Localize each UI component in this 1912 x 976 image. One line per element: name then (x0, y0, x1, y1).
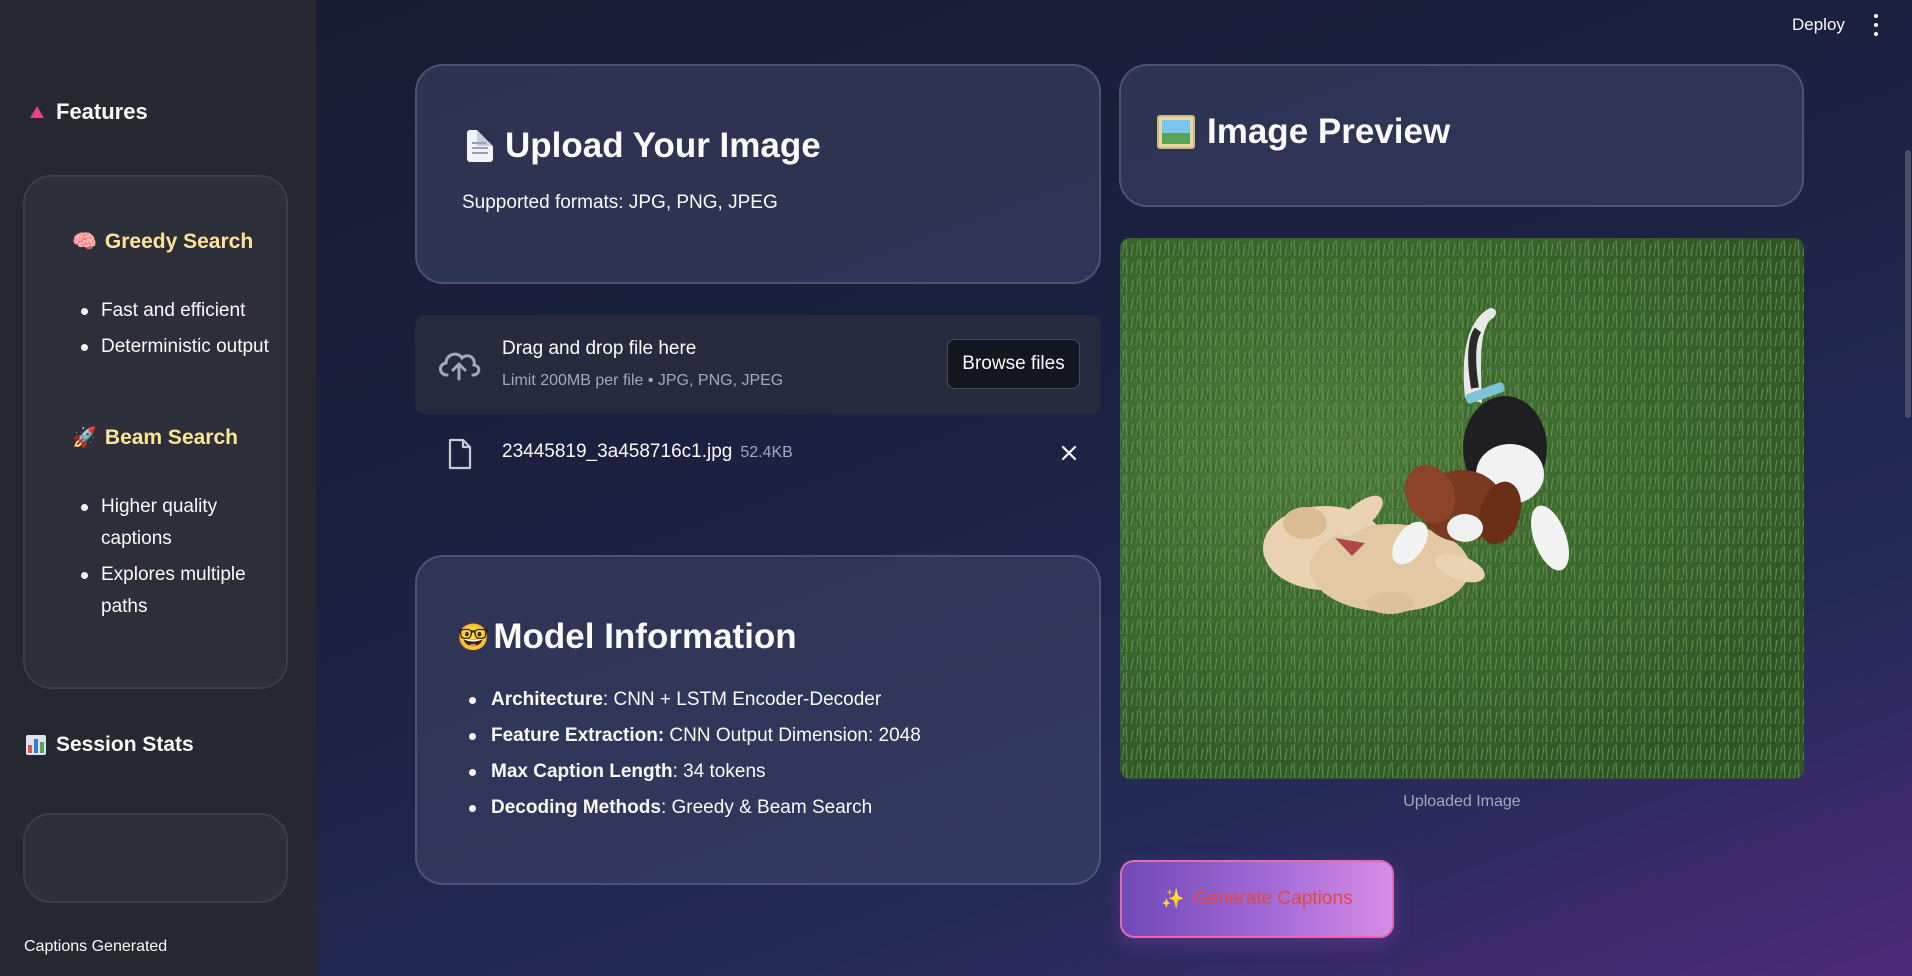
sparkles-icon: ✨ (1161, 889, 1186, 910)
triangle-icon (30, 106, 44, 118)
image-preview-card: Image Preview (1119, 64, 1804, 207)
rocket-icon: 🚀 (72, 427, 97, 449)
list-item: Higher quality captions (75, 491, 275, 555)
kebab-menu-icon[interactable] (1872, 14, 1880, 36)
greedy-search-list: Fast and efficient Deterministic output (75, 295, 275, 363)
supported-formats-text: Supported formats: JPG, PNG, JPEG (462, 192, 778, 213)
stats-card (23, 813, 288, 903)
upload-card: Upload Your Image Supported formats: JPG… (415, 64, 1101, 284)
list-item: Decoding Methods: Greedy & Beam Search (465, 790, 921, 826)
list-item: Feature Extraction: CNN Output Dimension… (465, 718, 921, 754)
session-stats-heading: Session Stats (26, 733, 194, 757)
features-heading: Features (56, 99, 148, 124)
list-item: Max Caption Length: 34 tokens (465, 754, 921, 790)
captions-generated-label: Captions Generated (24, 938, 168, 955)
image-preview-title: Image Preview (1157, 112, 1450, 152)
file-name: 23445819_3a458716c1.jpg 52.4KB (502, 441, 793, 462)
beam-search-title: 🚀 Beam Search (72, 425, 238, 450)
dropzone-limits: Limit 200MB per file • JPG, PNG, JPEG (502, 372, 784, 389)
document-icon (467, 130, 493, 162)
beam-search-list: Higher quality captions Explores multipl… (75, 491, 275, 623)
list-item: Fast and efficient (75, 295, 275, 327)
sidebar: Features 🧠 Greedy Search Fast and effici… (0, 0, 316, 976)
model-info-title: 🤓 Model Information (457, 617, 797, 656)
uploaded-file-row: 23445819_3a458716c1.jpg 52.4KB (415, 428, 1101, 478)
bar-chart-icon (26, 735, 46, 755)
nerd-face-icon: 🤓 (457, 621, 490, 652)
framed-picture-icon (1157, 115, 1195, 149)
dropzone-instructions: Drag and drop file here (502, 338, 697, 359)
upload-title: Upload Your Image (467, 126, 821, 166)
list-item: Architecture: CNN + LSTM Encoder-Decoder (465, 682, 921, 718)
features-card: 🧠 Greedy Search Fast and efficient Deter… (23, 175, 288, 689)
cloud-upload-icon (439, 352, 481, 381)
generate-captions-button[interactable]: ✨ Generate Captions (1120, 860, 1394, 938)
browse-files-button[interactable]: Browse files (947, 339, 1080, 389)
file-dropzone[interactable]: Drag and drop file here Limit 200MB per … (415, 315, 1101, 414)
main-scrollbar[interactable] (1905, 150, 1911, 418)
features-expander[interactable]: Features (30, 99, 148, 125)
model-info-card: 🤓 Model Information Architecture: CNN + … (415, 555, 1101, 885)
model-info-list: Architecture: CNN + LSTM Encoder-Decoder… (465, 682, 921, 826)
file-icon (448, 438, 472, 470)
greedy-search-title: 🧠 Greedy Search (72, 229, 254, 254)
list-item: Deterministic output (75, 331, 275, 363)
uploaded-image (1120, 238, 1804, 779)
close-icon[interactable] (1058, 442, 1080, 464)
file-size: 52.4KB (740, 444, 793, 461)
list-item: Explores multiple paths (75, 559, 275, 623)
deploy-button[interactable]: Deploy (1792, 15, 1845, 35)
brain-icon: 🧠 (72, 231, 97, 253)
image-caption: Uploaded Image (1403, 793, 1521, 810)
